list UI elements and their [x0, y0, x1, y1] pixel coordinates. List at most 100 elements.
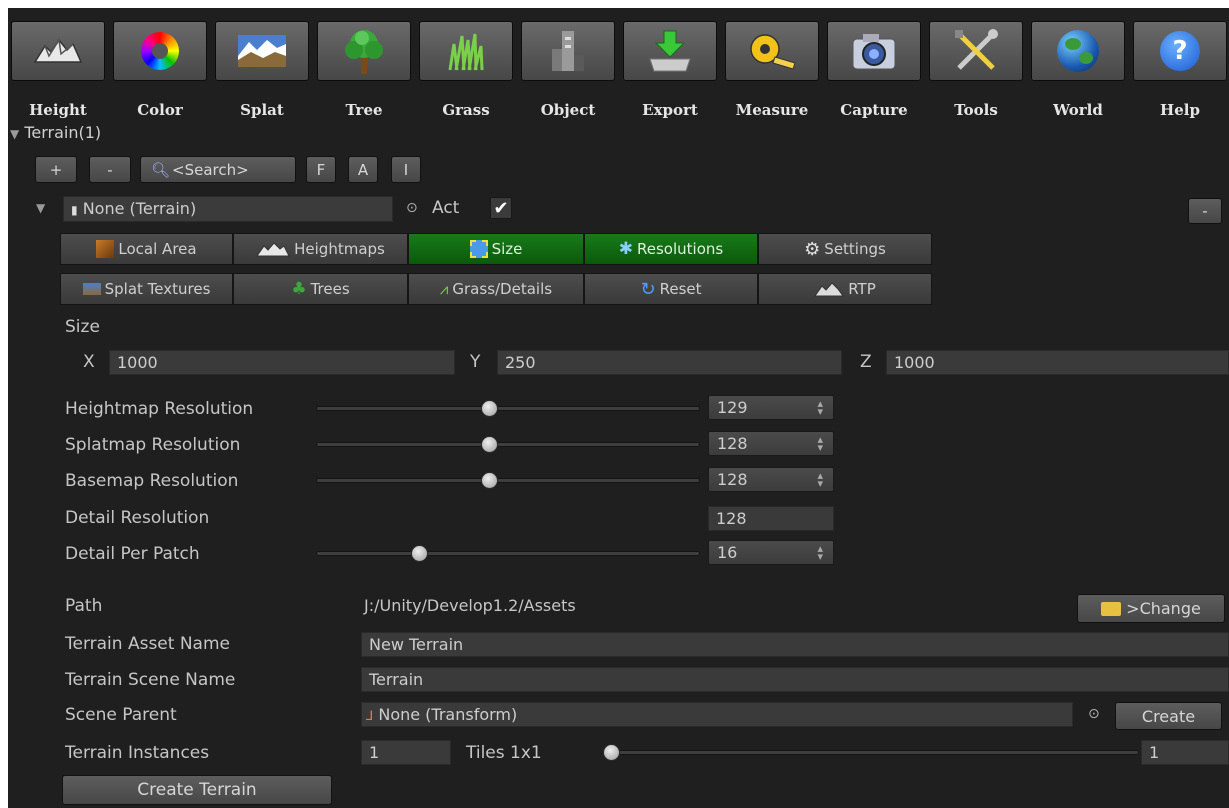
- filter-a-button[interactable]: A: [348, 156, 378, 183]
- remove-terrain-button[interactable]: -: [89, 156, 131, 183]
- measure-tape-icon[interactable]: [725, 21, 819, 81]
- tab-settings[interactable]: ⚙ Settings: [758, 233, 932, 265]
- toolbar-measure[interactable]: Measure: [725, 21, 819, 119]
- tools-wrench-icon[interactable]: [929, 21, 1023, 81]
- detail-resolution-field[interactable]: 128: [708, 506, 834, 531]
- search-button[interactable]: 🔍︎ <Search>: [140, 156, 296, 183]
- settings-gear-icon: ⚙: [804, 238, 821, 260]
- tab-splat-textures[interactable]: Splat Textures: [60, 273, 233, 305]
- terrain-foldout[interactable]: ▼ Terrain(1): [10, 123, 101, 142]
- updown-arrows-icon: ▴ ▾: [817, 469, 823, 490]
- tab-heightmaps[interactable]: Heightmaps: [233, 233, 408, 265]
- tab-size[interactable]: Size: [408, 233, 584, 265]
- heightmap-resolution-label: Heightmap Resolution: [65, 399, 254, 419]
- scene-parent-label: Scene Parent: [65, 705, 177, 725]
- checkmark-icon: ✔: [493, 198, 509, 219]
- updown-arrows-icon: ▴ ▾: [817, 397, 823, 418]
- toolbar-world[interactable]: World: [1031, 21, 1125, 119]
- size-z-field[interactable]: 1000: [886, 350, 1229, 375]
- add-terrain-button[interactable]: +: [35, 156, 77, 183]
- splatmap-resolution-dropdown[interactable]: 128 ▴ ▾: [708, 431, 834, 456]
- object-picker-icon[interactable]: ⊙: [406, 200, 418, 216]
- object-building-icon[interactable]: [521, 21, 615, 81]
- tab-label: Heightmaps: [294, 240, 385, 258]
- heightmap-resolution-slider[interactable]: [316, 406, 700, 411]
- tiles-slider[interactable]: [603, 750, 1139, 755]
- splatmap-resolution-slider-knob[interactable]: [481, 436, 499, 453]
- toolbar-tools[interactable]: Tools: [929, 21, 1023, 119]
- toolbar-label: Export: [642, 101, 698, 119]
- tab-resolutions[interactable]: ✱ Resolutions: [584, 233, 758, 265]
- toolbar-object[interactable]: Object: [521, 21, 615, 119]
- detail-per-patch-dropdown[interactable]: 16 ▴ ▾: [708, 540, 834, 565]
- tab-rtp[interactable]: RTP: [758, 273, 932, 305]
- updown-arrows-icon: ▴ ▾: [817, 433, 823, 454]
- color-wheel-icon[interactable]: [113, 21, 207, 81]
- toolbar-label: Grass: [442, 101, 490, 119]
- search-icon: 🔍︎: [151, 160, 171, 179]
- size-y-label: Y: [470, 352, 481, 372]
- remove-entry-button[interactable]: -: [1188, 198, 1222, 224]
- detail-resolution-label: Detail Resolution: [65, 508, 210, 528]
- filter-i-button[interactable]: I: [391, 156, 421, 183]
- terrain-instances-label: Terrain Instances: [65, 743, 210, 763]
- act-checkbox[interactable]: ✔: [490, 197, 512, 219]
- object-picker-icon[interactable]: ⊙: [1088, 706, 1100, 722]
- basemap-resolution-dropdown[interactable]: 128 ▴ ▾: [708, 467, 834, 492]
- dropdown-value: 16: [717, 543, 738, 562]
- height-mountain-icon[interactable]: [11, 21, 105, 81]
- heightmap-resolution-dropdown[interactable]: 129 ▴ ▾: [708, 395, 834, 420]
- tiles-slider-knob[interactable]: [603, 744, 620, 761]
- tab-grass-details[interactable]: ⩘ Grass/Details: [408, 273, 584, 305]
- export-arrow-icon[interactable]: [623, 21, 717, 81]
- toolbar-capture[interactable]: Capture: [827, 21, 921, 119]
- toolbar-grass[interactable]: Grass: [419, 21, 513, 119]
- terrain-asset-name-field[interactable]: New Terrain: [361, 632, 1229, 657]
- camera-icon[interactable]: [827, 21, 921, 81]
- toolbar-label: World: [1053, 101, 1103, 119]
- entry-foldout-arrow-icon[interactable]: ▼: [36, 201, 45, 215]
- toolbar-tree[interactable]: Tree: [317, 21, 411, 119]
- create-terrain-button[interactable]: Create Terrain: [62, 775, 332, 805]
- create-parent-button[interactable]: Create: [1115, 702, 1222, 730]
- toolbar-label: Color: [137, 101, 183, 119]
- detail-per-patch-slider[interactable]: [316, 551, 700, 556]
- globe-icon[interactable]: [1031, 21, 1125, 81]
- terrain-scene-name-label: Terrain Scene Name: [65, 670, 236, 690]
- act-label: Act: [432, 198, 460, 218]
- basemap-resolution-slider-knob[interactable]: [481, 472, 499, 489]
- toolbar-help[interactable]: ? Help: [1133, 21, 1227, 119]
- transform-icon: ⅃: [366, 709, 374, 724]
- tab-reset[interactable]: ↻ Reset: [584, 273, 758, 305]
- splat-landscape-icon[interactable]: [215, 21, 309, 81]
- tab-trees[interactable]: ♣ Trees: [233, 273, 408, 305]
- folder-icon: [1101, 601, 1122, 616]
- tiles-value-field[interactable]: 1: [1141, 740, 1229, 765]
- terrain-scene-name-field[interactable]: Terrain: [361, 667, 1229, 692]
- filter-f-button[interactable]: F: [306, 156, 336, 183]
- toolbar-splat[interactable]: Splat: [215, 21, 309, 119]
- tab-local-area[interactable]: Local Area: [60, 233, 233, 265]
- splatmap-resolution-slider[interactable]: [316, 442, 700, 447]
- toolbar-color[interactable]: Color: [113, 21, 207, 119]
- toolbar-label: Object: [540, 101, 596, 119]
- detail-per-patch-slider-knob[interactable]: [411, 545, 429, 562]
- splat-textures-icon: [82, 283, 101, 295]
- terrain-list-title: Terrain(1): [24, 123, 102, 142]
- path-label: Path: [65, 596, 103, 616]
- tree-icon[interactable]: [317, 21, 411, 81]
- grass-icon[interactable]: [419, 21, 513, 81]
- heightmap-resolution-slider-knob[interactable]: [481, 400, 499, 417]
- terrain-object-field[interactable]: ▮ None (Terrain): [63, 196, 393, 222]
- scene-parent-field[interactable]: ⅃ None (Transform): [361, 702, 1073, 727]
- terrain-instances-field[interactable]: 1: [361, 740, 451, 765]
- toolbar-height[interactable]: Height: [11, 21, 105, 119]
- basemap-resolution-slider[interactable]: [316, 478, 700, 483]
- terrain-object-value: None (Terrain): [82, 199, 197, 218]
- change-path-button[interactable]: >Change: [1077, 594, 1225, 623]
- size-x-field[interactable]: 1000: [109, 350, 455, 375]
- search-label: <Search>: [172, 160, 249, 179]
- help-question-icon[interactable]: ?: [1133, 21, 1227, 81]
- size-y-field[interactable]: 250: [497, 350, 842, 375]
- toolbar-export[interactable]: Export: [623, 21, 717, 119]
